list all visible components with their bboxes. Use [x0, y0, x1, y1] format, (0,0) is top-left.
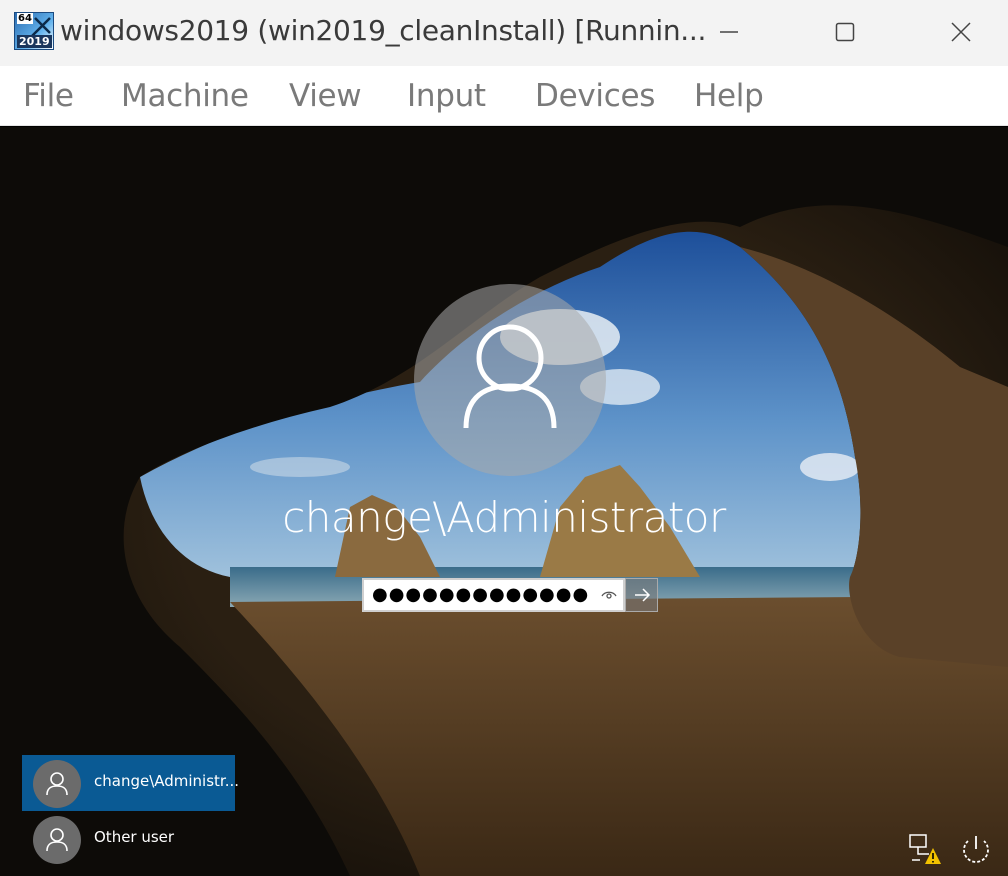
virtualbox-vm-icon: 64 2019 [14, 12, 54, 50]
user-tile-label: Other user [94, 828, 175, 846]
close-button[interactable] [938, 10, 984, 54]
eye-icon[interactable] [600, 586, 618, 604]
menu-help[interactable]: Help [694, 78, 764, 114]
minimize-button[interactable] [706, 10, 752, 54]
close-icon [951, 22, 971, 42]
user-icon [46, 828, 68, 852]
menu-bar: File Machine View Input Devices Help [0, 66, 1008, 126]
user-icon [46, 772, 68, 796]
menu-devices[interactable]: Devices [535, 78, 655, 114]
power-icon[interactable] [958, 832, 994, 866]
network-warning-icon[interactable] [907, 832, 943, 866]
tile-avatar [33, 760, 81, 808]
title-bar[interactable]: 64 2019 windows2019 (win2019_cleanInstal… [0, 0, 1008, 66]
window-title: windows2019 (win2019_cleanInstall) [Runn… [60, 14, 707, 47]
password-input[interactable]: ●●●●●●●●●●●●● [362, 578, 625, 612]
user-icon [463, 324, 557, 429]
minimize-icon [720, 31, 738, 33]
username-label: change\Administrator [282, 493, 726, 542]
icon-badge-2019: 2019 [17, 35, 52, 48]
arrow-right-icon [634, 588, 650, 602]
menu-file[interactable]: File [23, 78, 74, 114]
menu-machine[interactable]: Machine [121, 78, 249, 114]
user-tile-label: change\Administr... [94, 772, 240, 790]
maximize-icon [835, 22, 855, 42]
user-avatar [414, 284, 606, 476]
user-tile-administrator[interactable]: change\Administr... [22, 755, 239, 811]
menu-input[interactable]: Input [407, 78, 486, 114]
menu-view[interactable]: View [289, 78, 362, 114]
tile-avatar [33, 816, 81, 864]
user-tile-other[interactable]: Other user [22, 811, 235, 867]
vm-display[interactable]: change\Administrator ●●●●●●●●●●●●● chang… [0, 127, 1008, 876]
submit-button[interactable] [625, 578, 658, 612]
password-box: ●●●●●●●●●●●●● [362, 578, 658, 612]
maximize-button[interactable] [822, 10, 868, 54]
